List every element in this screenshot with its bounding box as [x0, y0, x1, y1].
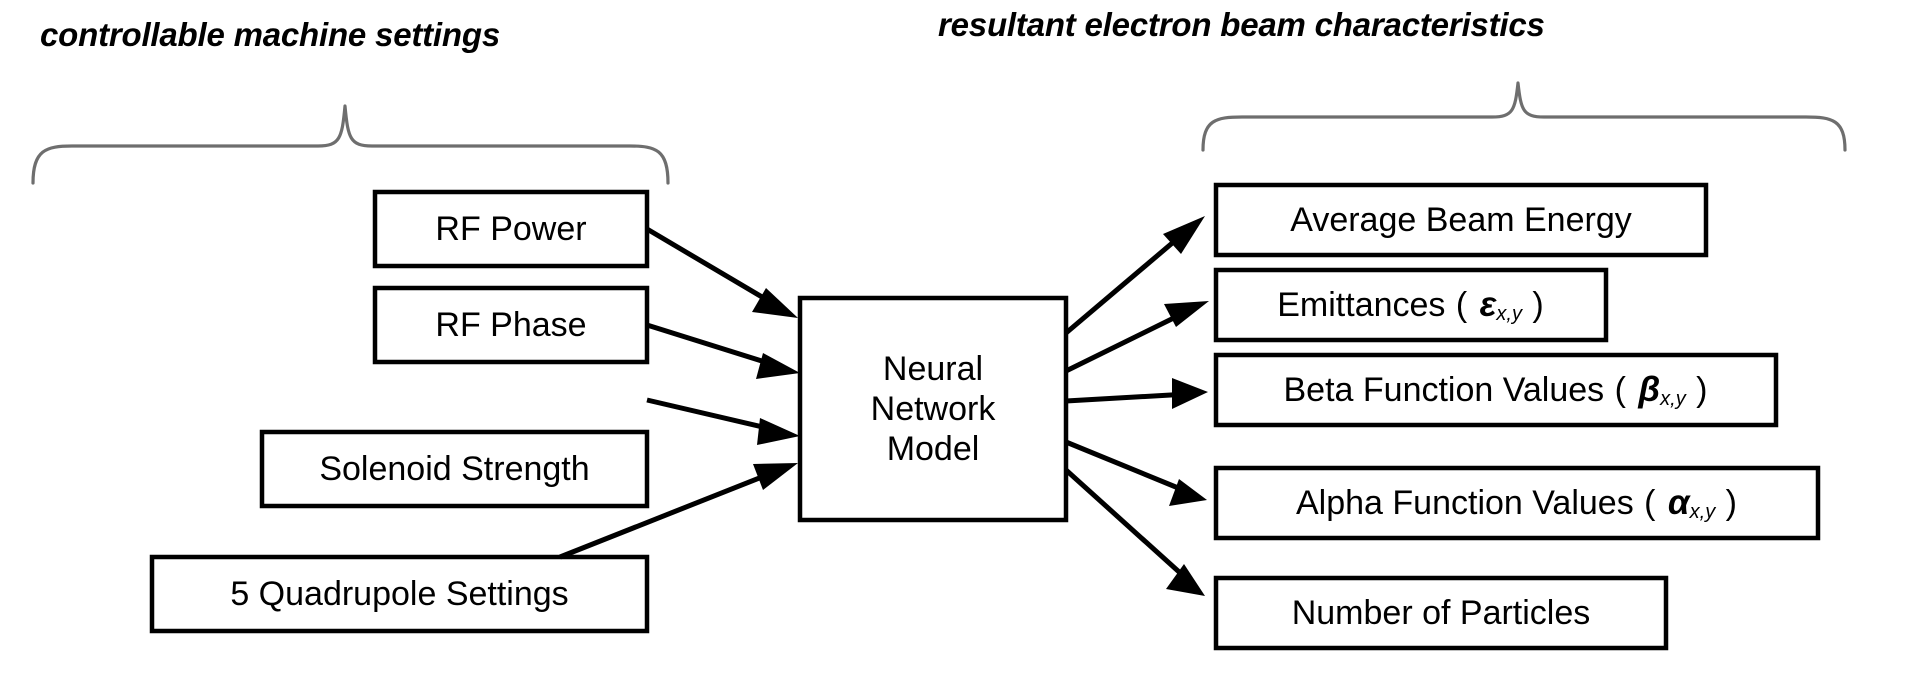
diagram-canvas: controllable machine settings resultant … — [0, 0, 1920, 696]
arrow-model-to-emittances — [1064, 301, 1209, 374]
neural-network-model-box[interactable] — [797, 295, 1069, 523]
right-group-brace — [1201, 81, 1847, 152]
input-box-solenoid-strength[interactable] — [259, 429, 650, 509]
output-box-emittances[interactable] — [1213, 267, 1609, 343]
right-group-label: resultant electron beam characteristics — [938, 6, 1545, 43]
input-box-quadrupole-settings[interactable] — [149, 554, 650, 634]
output-box-number-of-particles[interactable] — [1213, 575, 1669, 651]
input-box-rf-power[interactable] — [372, 189, 650, 269]
output-box-alpha-function-values[interactable] — [1213, 465, 1821, 541]
input-box-rf-phase[interactable] — [372, 285, 650, 365]
arrow-model-to-alpha-values — [1065, 439, 1207, 506]
output-box-average-beam-energy[interactable] — [1213, 182, 1709, 258]
left-group-label: controllable machine settings — [40, 16, 500, 53]
arrow-solenoid-to-model — [646, 397, 800, 445]
diagram-svg — [31, 81, 1847, 651]
arrow-model-to-beta-values — [1065, 378, 1208, 409]
left-group-brace — [31, 104, 670, 185]
arrow-rf-phase-to-model — [646, 322, 800, 379]
arrow-rf-power-to-model — [645, 226, 798, 318]
output-box-beta-function-values[interactable] — [1213, 352, 1779, 428]
